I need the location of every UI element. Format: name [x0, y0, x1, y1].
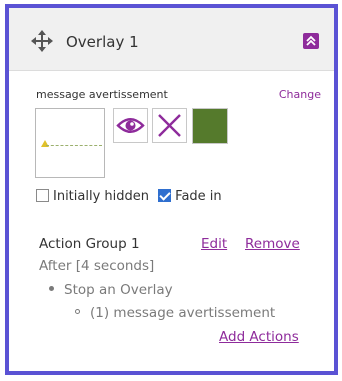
- initially-hidden-checkbox[interactable]: [36, 189, 49, 202]
- color-swatch[interactable]: [192, 108, 228, 144]
- move-arrows-icon[interactable]: [31, 30, 53, 52]
- options-row: Initially hidden Fade in: [36, 189, 227, 204]
- overlay-header: Overlay 1: [9, 8, 334, 71]
- action-trigger: After [4 seconds]: [39, 258, 155, 274]
- eye-icon: [116, 118, 145, 133]
- add-actions-link[interactable]: Add Actions: [219, 329, 299, 345]
- action-group-title: Action Group 1: [39, 236, 140, 252]
- fade-in-checkbox[interactable]: [158, 189, 172, 202]
- action-target: (1) message avertissement: [75, 305, 275, 321]
- fade-in-label: Fade in: [175, 189, 222, 204]
- initially-hidden-label: Initially hidden: [53, 189, 150, 204]
- change-link[interactable]: Change: [279, 88, 321, 101]
- action-item: Stop an Overlay: [49, 282, 173, 298]
- overlay-panel: Overlay 1 message avertissement Change I…: [5, 4, 338, 375]
- preview-button[interactable]: [113, 108, 148, 143]
- edit-link[interactable]: Edit: [201, 236, 227, 252]
- remove-link[interactable]: Remove: [245, 236, 300, 252]
- media-thumbnail[interactable]: [35, 108, 105, 178]
- media-name: message avertissement: [36, 88, 168, 101]
- double-chevron-up-icon: [306, 35, 316, 46]
- collapse-button[interactable]: [303, 33, 319, 49]
- close-x-icon: [158, 114, 181, 137]
- thumbnail-preview-line: [46, 145, 102, 146]
- delete-button[interactable]: [152, 108, 187, 143]
- overlay-title: Overlay 1: [66, 33, 139, 51]
